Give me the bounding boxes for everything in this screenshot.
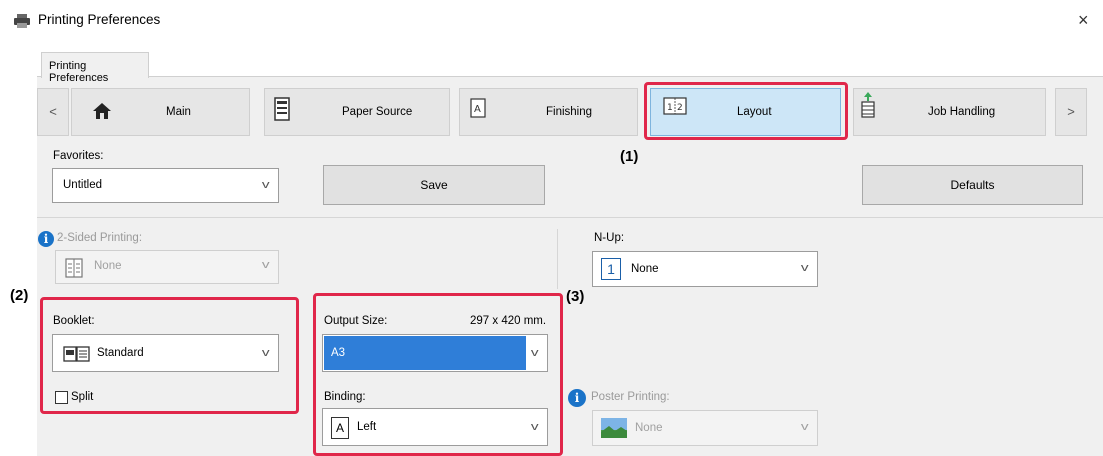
chevron-down-icon: v (261, 179, 270, 191)
printer-icon (14, 14, 30, 28)
favorites-label: Favorites: (53, 150, 104, 162)
svg-text:A: A (474, 104, 481, 115)
chevron-down-icon: v (800, 262, 809, 274)
split-label: Split (71, 391, 94, 403)
favorites-value: Untitled (63, 179, 102, 191)
binding-value: Left (357, 421, 377, 433)
chevron-left-icon: < (49, 104, 57, 119)
poster-label: Poster Printing: (591, 391, 670, 403)
callout-3: (3) (566, 288, 585, 305)
nup-label: N-Up: (594, 232, 625, 244)
poster-image-icon (601, 418, 627, 438)
nav-paper-source-label: Paper Source (342, 106, 413, 118)
job-handling-icon (861, 92, 875, 118)
window-title: Printing Preferences (38, 12, 161, 27)
chevron-down-icon: v (530, 347, 539, 359)
chevron-right-icon: > (1067, 104, 1075, 119)
nav-finishing-label: Finishing (546, 106, 593, 118)
chevron-down-icon: v (261, 259, 270, 271)
nav-paper-source-button[interactable]: Paper Source (264, 88, 450, 136)
nav-main-button[interactable]: Main (71, 88, 250, 136)
paper-tray-icon (274, 97, 290, 121)
nav-main-label: Main (166, 106, 191, 118)
output-size-highlight (324, 336, 526, 370)
nup-one-icon: 1 (601, 258, 621, 280)
home-icon (93, 103, 111, 119)
highlight-box-1 (644, 82, 848, 140)
two-sided-value: None (94, 260, 122, 272)
poster-value: None (635, 422, 663, 434)
nav-next-button[interactable]: > (1055, 88, 1087, 136)
binding-label: Binding: (324, 391, 366, 403)
nav-prev-button[interactable]: < (37, 88, 69, 136)
section-divider (37, 217, 1103, 218)
binding-select[interactable]: A Left v (322, 408, 548, 446)
defaults-button[interactable]: Defaults (862, 165, 1083, 205)
duplex-icon (65, 258, 83, 278)
binding-a-icon: A (331, 417, 349, 439)
booklet-select[interactable]: Standard v (52, 334, 279, 372)
nup-select[interactable]: 1 None v (592, 251, 818, 287)
favorites-select[interactable]: Untitled v (52, 168, 279, 203)
booklet-icon (63, 346, 90, 362)
finishing-icon: A (470, 98, 486, 118)
chevron-down-icon: v (530, 421, 539, 433)
two-sided-label: 2-Sided Printing: (57, 232, 143, 244)
nup-value: None (631, 263, 659, 275)
booklet-value: Standard (97, 347, 144, 359)
two-sided-select: None v (55, 250, 279, 284)
column-divider (557, 229, 558, 289)
poster-select: None v (592, 410, 818, 446)
output-size-select[interactable]: A3 v (322, 334, 548, 372)
chevron-down-icon: v (800, 421, 809, 433)
close-icon[interactable]: × (1078, 10, 1089, 31)
callout-2: (2) (10, 287, 29, 304)
tab-printing-preferences[interactable]: Printing Preferences (41, 52, 149, 84)
info-icon[interactable]: i (568, 389, 586, 407)
output-size-value: A3 (331, 347, 346, 359)
title-bar (0, 0, 1103, 40)
save-button[interactable]: Save (323, 165, 545, 205)
chevron-down-icon: v (261, 347, 270, 359)
nav-job-handling-button[interactable]: Job Handling (853, 88, 1046, 136)
split-checkbox[interactable] (55, 391, 68, 404)
nav-finishing-button[interactable]: A Finishing (459, 88, 638, 136)
booklet-label: Booklet: (53, 315, 95, 327)
callout-1: (1) (620, 148, 639, 165)
output-size-label: Output Size: (324, 315, 388, 327)
nav-job-handling-label: Job Handling (928, 106, 996, 118)
info-icon[interactable]: i (38, 231, 54, 247)
output-size-dims: 297 x 420 mm. (470, 315, 547, 327)
